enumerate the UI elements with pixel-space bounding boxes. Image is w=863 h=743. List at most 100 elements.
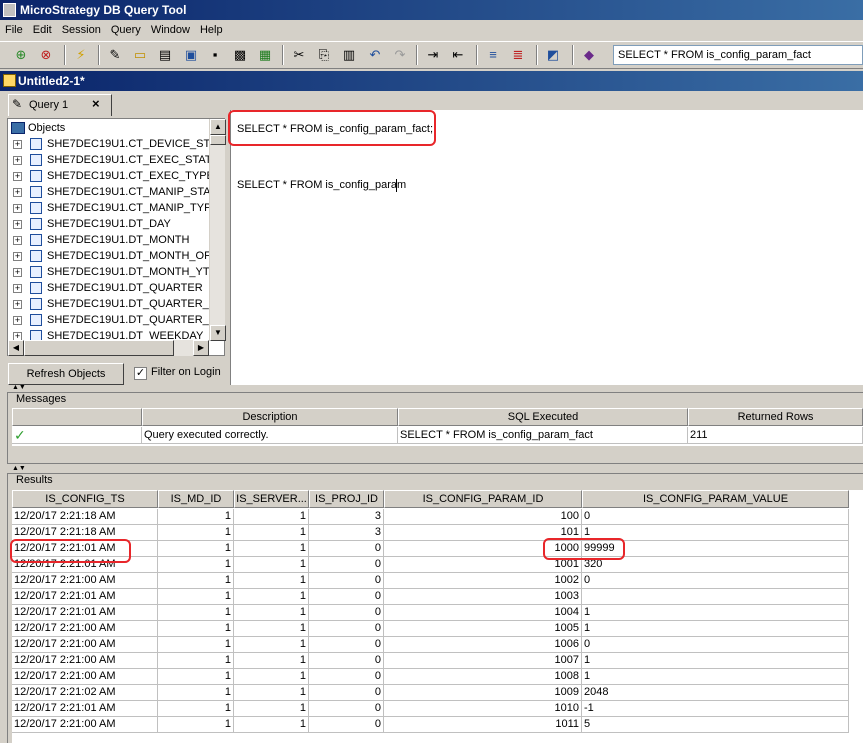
result-cell-md-id[interactable]: 1 (158, 669, 234, 685)
expand-icon[interactable]: + (13, 188, 22, 197)
tree-item[interactable]: + SHE7DEC19U1.DT_QUARTER_OF (8, 296, 210, 312)
result-cell-ts[interactable]: 12/20/17 2:21:00 AM (12, 621, 158, 637)
result-cell-param-value[interactable]: 2048 (582, 685, 849, 701)
result-cell-param-value[interactable]: 1 (582, 653, 849, 669)
result-cell-proj-id[interactable]: 0 (309, 605, 384, 621)
result-cell-param-id[interactable]: 1010 (384, 701, 582, 717)
column-header-returned-rows[interactable]: Returned Rows (688, 408, 863, 426)
result-cell-server[interactable]: 1 (234, 669, 309, 685)
redo-icon[interactable]: ↷ (391, 46, 409, 64)
result-cell-ts[interactable]: 12/20/17 2:21:02 AM (12, 685, 158, 701)
result-cell-param-value[interactable]: 0 (582, 573, 849, 589)
expand-icon[interactable]: + (13, 284, 22, 293)
result-cell-param-id[interactable]: 1005 (384, 621, 582, 637)
column-header-param-value[interactable]: IS_CONFIG_PARAM_VALUE (582, 490, 849, 508)
menu-file[interactable]: File (0, 20, 28, 40)
result-cell-ts[interactable]: 12/20/17 2:21:00 AM (12, 653, 158, 669)
result-cell-param-value[interactable]: 0 (582, 509, 849, 525)
column-header-description[interactable]: Description (142, 408, 398, 426)
result-cell-proj-id[interactable]: 0 (309, 637, 384, 653)
result-cell-param-id[interactable]: 1006 (384, 637, 582, 653)
result-cell-server[interactable]: 1 (234, 685, 309, 701)
result-cell-ts[interactable]: 12/20/17 2:21:01 AM (12, 701, 158, 717)
column-header-server[interactable]: IS_SERVER... (234, 490, 309, 508)
book-icon[interactable]: ◆ (580, 46, 598, 64)
result-cell-server[interactable]: 1 (234, 573, 309, 589)
tree-item[interactable]: + SHE7DEC19U1.DT_QUARTER (8, 280, 210, 296)
menu-window[interactable]: Window (146, 20, 195, 40)
copy-icon[interactable]: ⎘ (315, 46, 333, 64)
tree-item[interactable]: + SHE7DEC19U1.DT_MONTH_OF_Y (8, 248, 210, 264)
result-cell-param-id[interactable]: 100 (384, 509, 582, 525)
result-cell-param-value[interactable]: -1 (582, 701, 849, 717)
uncomment-icon[interactable]: ≣ (509, 46, 527, 64)
scroll-down-icon[interactable]: ▼ (210, 325, 226, 341)
result-cell-ts[interactable]: 12/20/17 2:21:00 AM (12, 717, 158, 733)
expand-icon[interactable]: + (13, 172, 22, 181)
tree-item[interactable]: + SHE7DEC19U1.CT_MANIP_STATS (8, 184, 210, 200)
new-icon[interactable]: ▤ (156, 46, 174, 64)
result-cell-proj-id[interactable]: 3 (309, 525, 384, 541)
result-cell-md-id[interactable]: 1 (158, 525, 234, 541)
result-cell-ts[interactable]: 12/20/17 2:21:01 AM (12, 605, 158, 621)
expand-icon[interactable]: + (13, 156, 22, 165)
tree-item[interactable]: + SHE7DEC19U1.DT_DAY (8, 216, 210, 232)
edit-icon[interactable]: ✎ (106, 46, 124, 64)
expand-icon[interactable]: + (13, 220, 22, 229)
expand-icon[interactable]: + (13, 252, 22, 261)
result-cell-param-id[interactable]: 1011 (384, 717, 582, 733)
menu-edit[interactable]: Edit (28, 20, 57, 40)
tree-item[interactable]: + SHE7DEC19U1.CT_EXEC_STATS (8, 152, 210, 168)
filter-on-login-checkbox[interactable]: ✓ (134, 367, 147, 380)
result-cell-server[interactable]: 1 (234, 717, 309, 733)
result-cell-server[interactable]: 1 (234, 589, 309, 605)
column-header-status[interactable] (12, 408, 142, 426)
result-cell-proj-id[interactable]: 0 (309, 557, 384, 573)
result-cell-server[interactable]: 1 (234, 605, 309, 621)
result-cell-proj-id[interactable]: 0 (309, 669, 384, 685)
result-cell-param-value[interactable]: 320 (582, 557, 849, 573)
result-cell-server[interactable]: 1 (234, 509, 309, 525)
result-cell-proj-id[interactable]: 0 (309, 701, 384, 717)
result-cell-ts[interactable]: 12/20/17 2:21:00 AM (12, 573, 158, 589)
result-cell-md-id[interactable]: 1 (158, 717, 234, 733)
outdent-icon[interactable]: ⇤ (449, 46, 467, 64)
expand-icon[interactable]: + (13, 316, 22, 325)
result-cell-md-id[interactable]: 1 (158, 557, 234, 573)
result-cell-param-id[interactable]: 1009 (384, 685, 582, 701)
menu-help[interactable]: Help (195, 20, 228, 40)
result-cell-proj-id[interactable]: 0 (309, 541, 384, 557)
tree-item[interactable]: + SHE7DEC19U1.DT_QUARTER_YTI (8, 312, 210, 328)
column-header-ts[interactable]: IS_CONFIG_TS (12, 490, 158, 508)
result-cell-proj-id[interactable]: 0 (309, 717, 384, 733)
result-cell-md-id[interactable]: 1 (158, 701, 234, 717)
results-table[interactable]: IS_CONFIG_TS IS_MD_ID IS_SERVER... IS_PROJ_… (12, 490, 863, 743)
result-cell-ts[interactable]: 12/20/17 2:21:00 AM (12, 637, 158, 653)
tree-horizontal-scrollbar[interactable]: ◀ ▶ (8, 340, 209, 356)
close-tab-icon[interactable]: × (92, 96, 100, 111)
result-cell-server[interactable]: 1 (234, 621, 309, 637)
scroll-thumb[interactable] (24, 340, 174, 356)
tree-root[interactable]: Objects (8, 120, 210, 136)
result-cell-param-value[interactable]: 1 (582, 605, 849, 621)
scroll-up-icon[interactable]: ▲ (210, 119, 226, 135)
result-cell-md-id[interactable]: 1 (158, 685, 234, 701)
expand-icon[interactable]: + (13, 204, 22, 213)
result-cell-md-id[interactable]: 1 (158, 541, 234, 557)
tree-item[interactable]: + SHE7DEC19U1.DT_MONTH_YTD (8, 264, 210, 280)
result-cell-server[interactable]: 1 (234, 653, 309, 669)
save-icon[interactable]: ▪ (206, 46, 224, 64)
result-cell-param-value[interactable]: 1 (582, 621, 849, 637)
cut-icon[interactable]: ✂ (290, 46, 308, 64)
result-cell-proj-id[interactable]: 3 (309, 509, 384, 525)
splitter-arrow-icon[interactable]: ▲▼ (12, 384, 26, 391)
result-cell-param-value[interactable] (582, 589, 849, 605)
result-cell-md-id[interactable]: 1 (158, 605, 234, 621)
splitter-arrow-icon[interactable]: ▲▼ (12, 465, 26, 472)
result-cell-proj-id[interactable]: 0 (309, 573, 384, 589)
scroll-thumb[interactable] (210, 135, 226, 145)
result-cell-server[interactable]: 1 (234, 701, 309, 717)
result-cell-md-id[interactable]: 1 (158, 621, 234, 637)
column-header-param-id[interactable]: IS_CONFIG_PARAM_ID (384, 490, 582, 508)
menu-query[interactable]: Query (106, 20, 146, 40)
